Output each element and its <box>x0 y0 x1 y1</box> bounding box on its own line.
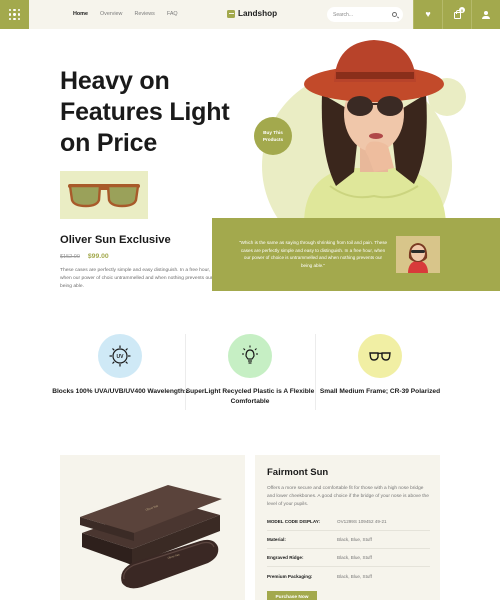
brand-logo[interactable]: Landshop <box>227 9 277 18</box>
feature-uv: UV Blocks 100% UVA/UVB/UV400 Wavelengths <box>50 334 190 397</box>
product-spec-description: Offers a more secure and comfortable fit… <box>267 486 429 507</box>
top-nav: Home Overview Reviews FAQ Landshop Searc… <box>0 0 500 29</box>
nav-link-home[interactable]: Home <box>73 11 88 17</box>
brand-name: Landshop <box>238 9 278 18</box>
nav-link-faq[interactable]: FAQ <box>167 11 178 17</box>
shopping-bag-logo-icon <box>227 9 235 18</box>
model-photo <box>304 40 446 224</box>
glasses-icon <box>358 334 402 378</box>
current-price: $99.00 <box>87 253 109 260</box>
feature-frame: Small Medium Frame; CR-39 Polarized <box>310 334 450 397</box>
old-price: $152.00 <box>60 254 80 260</box>
cart-count-badge: 0 <box>459 7 465 13</box>
cart-icon <box>453 10 461 19</box>
product-title: Fairmont Sun <box>267 467 329 478</box>
sunglasses-image <box>68 184 140 208</box>
svg-text:UV: UV <box>117 354 125 360</box>
user-icon <box>482 10 490 19</box>
feature-plastic-text: SuperLight Recycled Plastic is A Flexibl… <box>185 388 315 405</box>
price-row: $152.00 $99.00 <box>60 253 109 260</box>
cart-button[interactable]: 0 <box>442 0 471 29</box>
nav-links: Home Overview Reviews FAQ <box>73 11 178 17</box>
feature-plastic: SuperLight Recycled Plastic is A Flexibl… <box>180 334 320 407</box>
spec-value: Black, Blue, Stuff <box>337 555 372 560</box>
spec-key: Premium Packaging: <box>267 573 313 579</box>
spec-key: Material: <box>267 537 286 542</box>
search-input[interactable]: Search... <box>333 12 353 18</box>
lightbulb-icon <box>228 334 272 378</box>
hero-title: Heavy on Features Light on Price <box>60 67 230 157</box>
grid-icon <box>8 8 21 21</box>
testimonial-quote: "Which is the same as saying through shr… <box>238 240 388 268</box>
spec-value: Black, Blue, Stuff <box>337 573 372 579</box>
heart-icon: ♥ <box>425 9 431 19</box>
spec-key: Engraved Ridge: <box>267 555 304 560</box>
spec-row: MODEL CODE DISPLAY: OV1299S 109452 49-21 <box>267 513 430 531</box>
spec-row: Engraved Ridge: Black, Blue, Stuff <box>267 549 430 567</box>
feature-uv-text: Blocks 100% UVA/UVB/UV400 Wavelengths <box>52 388 188 395</box>
sunglasses-thumbnail[interactable] <box>60 171 148 219</box>
spec-key: MODEL CODE DISPLAY: <box>267 519 321 524</box>
feature-frame-text: Small Medium Frame; CR-39 Polarized <box>319 388 441 395</box>
search-bar[interactable]: Search... <box>327 7 403 22</box>
search-icon[interactable] <box>391 11 397 18</box>
spec-row: Premium Packaging: Black, Blue, Stuff <box>267 567 430 585</box>
avatar-photo <box>396 236 440 273</box>
spec-value: OV1299S 109452 49-21 <box>337 519 387 524</box>
wishlist-button[interactable]: ♥ <box>413 0 442 29</box>
nav-link-reviews[interactable]: Reviews <box>134 11 154 17</box>
spec-row: Material: Black, Blue, Stuff <box>267 531 430 549</box>
nav-link-overview[interactable]: Overview <box>100 11 122 17</box>
account-button[interactable] <box>471 0 500 29</box>
product-description: These cases are perfectly simple and eas… <box>60 268 213 289</box>
product-image-panel: Oliver Sun Oliver Sun <box>60 455 245 600</box>
spec-value: Black, Blue, Stuff <box>337 537 372 542</box>
nav-actions: ♥ 0 <box>413 0 500 29</box>
glasses-case-image: Oliver Sun Oliver Sun <box>80 485 222 589</box>
uv-icon: UV <box>98 334 142 378</box>
purchase-button[interactable]: Purchase Now <box>267 591 317 600</box>
menu-grid-button[interactable] <box>0 0 29 29</box>
product-name: Oliver Sun Exclusive <box>60 234 171 246</box>
testimonial-avatar <box>396 236 440 273</box>
buy-products-badge[interactable]: Buy This Products <box>254 117 292 155</box>
